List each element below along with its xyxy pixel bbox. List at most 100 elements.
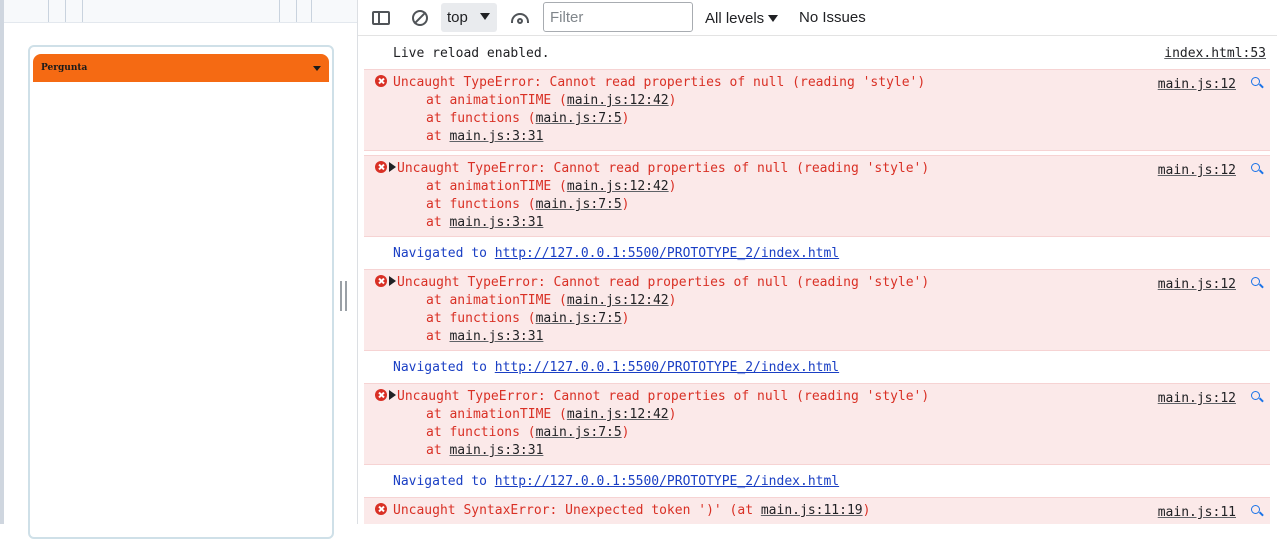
source-link[interactable]: main.js:11:19 (761, 503, 863, 518)
stack-frame-text: ) (621, 311, 630, 326)
stack-frame: at animationTIME (main.js:12:42) (426, 178, 676, 196)
caret-down-icon (313, 65, 321, 71)
stack-frame: at main.js:3:31 (426, 214, 543, 232)
stack-frame-text: at functions ( (426, 311, 536, 326)
stack-frame-text: ) (621, 197, 630, 212)
stack-frame-link[interactable]: main.js:12:42 (567, 293, 669, 308)
stack-frame: at functions (main.js:7:5) (426, 424, 630, 442)
error-message: Uncaught TypeError: Cannot read properti… (364, 269, 1270, 351)
handle (1259, 283, 1264, 289)
divider (48, 0, 49, 22)
error-message: Uncaught TypeError: Cannot read properti… (364, 69, 1270, 151)
log-message-text: Live reload enabled. (393, 46, 550, 61)
source-link[interactable]: index.html:53 (1164, 45, 1266, 63)
source-link[interactable]: main.js:12 (1158, 76, 1236, 94)
stack-frame-link[interactable]: main.js:12:42 (567, 93, 669, 108)
stack-frame: at functions (main.js:7:5) (426, 196, 630, 214)
source-link[interactable]: main.js:12 (1158, 276, 1236, 294)
resize-handle[interactable] (340, 281, 348, 311)
divider (296, 0, 297, 22)
stack-frame-link[interactable]: main.js:7:5 (536, 111, 622, 126)
stack-frame-text: at animationTIME ( (426, 407, 567, 422)
search-icon[interactable] (1251, 505, 1264, 517)
stack-frame: at animationTIME (main.js:12:42) (426, 92, 676, 110)
handle (1259, 83, 1264, 89)
navigation-url-link[interactable]: http://127.0.0.1:5500/PROTOTYPE_2/index.… (495, 474, 839, 489)
stack-frame-link[interactable]: main.js:3:31 (449, 129, 543, 144)
error-text: Uncaught SyntaxError: Unexpected token '… (393, 502, 870, 520)
stack-frame-text: ) (621, 425, 630, 440)
stack-frame-text: ) (668, 179, 677, 194)
stack-frame-link[interactable]: main.js:3:31 (449, 443, 543, 458)
divider (311, 0, 312, 22)
error-message: Uncaught SyntaxError: Unexpected token '… (364, 497, 1270, 524)
stack-frame: at functions (main.js:7:5) (426, 110, 630, 128)
navigation-message: Navigated to http://127.0.0.1:5500/PROTO… (364, 359, 1270, 377)
error-message-text: Uncaught TypeError: Cannot read properti… (397, 161, 930, 176)
stack-frame-text: ) (668, 293, 677, 308)
expand-triangle-icon[interactable] (389, 276, 396, 286)
navigated-label: Navigated to (393, 246, 495, 261)
issues-status[interactable]: No Issues (799, 5, 866, 29)
block-icon (412, 10, 428, 26)
question-label: Pergunta (41, 63, 88, 73)
expand-triangle-icon[interactable] (389, 390, 396, 400)
expand-triangle-icon[interactable] (389, 162, 396, 172)
stack-frame-text: at (426, 329, 450, 344)
preview-top-band (4, 0, 357, 23)
eye-icon (511, 13, 529, 24)
stack-frame-link[interactable]: main.js:12:42 (567, 179, 669, 194)
stack-frame: at main.js:3:31 (426, 442, 543, 460)
issues-status-label: No Issues (799, 8, 866, 26)
log-text: Live reload enabled. (393, 45, 550, 63)
question-dropdown[interactable]: Pergunta (33, 54, 329, 82)
search-icon[interactable] (1251, 391, 1264, 403)
handle (1259, 397, 1264, 403)
search-icon[interactable] (1251, 277, 1264, 289)
error-message-text: Uncaught SyntaxError: Unexpected token '… (393, 503, 761, 518)
live-expression-button[interactable] (507, 5, 533, 31)
search-icon[interactable] (1251, 163, 1264, 175)
divider (279, 0, 280, 22)
caret-down-icon (480, 13, 490, 20)
error-text: Uncaught TypeError: Cannot read properti… (382, 388, 929, 406)
divider (82, 0, 83, 22)
stack-frame-link[interactable]: main.js:7:5 (536, 311, 622, 326)
filter-input[interactable] (543, 2, 693, 32)
navigation-message: Navigated to http://127.0.0.1:5500/PROTO… (364, 473, 1270, 491)
navigated-label: Navigated to (393, 360, 495, 375)
stack-frame-text: at functions ( (426, 425, 536, 440)
navigation-url-link[interactable]: http://127.0.0.1:5500/PROTOTYPE_2/index.… (495, 360, 839, 375)
source-link[interactable]: main.js:12 (1158, 162, 1236, 180)
stack-frame-text: ) (668, 93, 677, 108)
error-text: Uncaught TypeError: Cannot read properti… (382, 160, 929, 178)
stack-frame-link[interactable]: main.js:7:5 (536, 425, 622, 440)
stack-frame: at functions (main.js:7:5) (426, 310, 630, 328)
search-icon[interactable] (1251, 77, 1264, 89)
source-link[interactable]: main.js:12 (1158, 390, 1236, 408)
device-frame: Pergunta (28, 45, 334, 539)
stack-frame-link[interactable]: main.js:7:5 (536, 197, 622, 212)
stack-frame-link[interactable]: main.js:3:31 (449, 329, 543, 344)
stack-frame-text: at animationTIME ( (426, 93, 567, 108)
preview-edge (0, 0, 4, 524)
stack-frame-text: at animationTIME ( (426, 293, 567, 308)
log-levels-dropdown[interactable]: All levels (705, 5, 779, 31)
clear-console-button[interactable] (407, 5, 433, 31)
sidebar-toggle-button[interactable] (368, 5, 394, 31)
navigation-text: Navigated to http://127.0.0.1:5500/PROTO… (393, 245, 839, 263)
error-message: Uncaught TypeError: Cannot read properti… (364, 383, 1270, 465)
stack-frame-text: at animationTIME ( (426, 179, 567, 194)
console-toolbar: top All levels No Issues (358, 0, 1277, 36)
error-text: Uncaught TypeError: Cannot read properti… (393, 74, 925, 92)
stack-frame-link[interactable]: main.js:3:31 (449, 215, 543, 230)
stack-frame-text: at (426, 443, 450, 458)
stack-frame-link[interactable]: main.js:12:42 (567, 407, 669, 422)
navigation-url-link[interactable]: http://127.0.0.1:5500/PROTOTYPE_2/index.… (495, 246, 839, 261)
source-link[interactable]: main.js:11 (1158, 504, 1236, 522)
error-message: Uncaught TypeError: Cannot read properti… (364, 155, 1270, 237)
navigated-label: Navigated to (393, 474, 495, 489)
devtools-console: top All levels No Issues index.html:53 Li… (358, 0, 1277, 524)
log-levels-label: All levels (705, 9, 765, 27)
context-select[interactable]: top (441, 3, 497, 32)
